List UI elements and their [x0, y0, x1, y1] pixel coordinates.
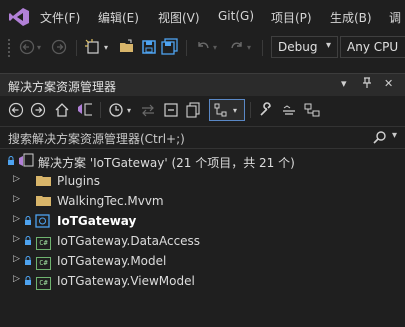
home-icon[interactable]	[54, 102, 70, 118]
tree-item-label: WalkingTec.Mvvm	[57, 194, 164, 208]
menu-project[interactable]: 项目(P)	[271, 9, 312, 26]
sync-with-active-document-icon[interactable]	[140, 102, 156, 118]
tree-item-folder[interactable]: ▷ WalkingTec.Mvvm	[0, 191, 405, 211]
pin-icon[interactable]	[362, 77, 372, 92]
expand-arrow-icon[interactable]: ▷	[13, 214, 20, 224]
solution-explorer-panel: 解决方案资源管理器 ▾ ✕ ▾ ▾ 搜索解决方案资源管理器(Ctrl+;) ▾ …	[0, 73, 405, 327]
search-placeholder: 搜索解决方案资源管理器(Ctrl+;)	[8, 132, 185, 146]
tree-hierarchy-icon[interactable]	[213, 102, 229, 118]
new-project-icon[interactable]	[84, 38, 102, 56]
menu-bar: 文件(F) 编辑(E) 视图(V) Git(G) 项目(P) 生成(B) 调	[0, 0, 405, 33]
menu-edit[interactable]: 编辑(E)	[98, 9, 139, 26]
toolbar-grip[interactable]	[8, 39, 13, 57]
navigate-back-dropdown-icon[interactable]: ▾	[34, 38, 44, 56]
panel-title: 解决方案资源管理器	[8, 80, 117, 94]
tree-item-label: IoTGateway.ViewModel	[57, 274, 195, 288]
lock-icon	[7, 155, 15, 169]
close-icon[interactable]: ✕	[384, 77, 393, 90]
lock-icon	[24, 255, 32, 269]
expand-arrow-icon[interactable]: ▷	[13, 194, 20, 204]
solution-explorer-toolbar: ▾ ▾	[0, 96, 405, 124]
toolbar-separator	[76, 40, 77, 56]
main-toolbar: ▾ ▾ ▾ ▾ Debug ▾ Any CPU	[0, 33, 405, 63]
expand-arrow-icon[interactable]: ▷	[13, 254, 20, 264]
solution-configuration-select[interactable]: Debug ▾	[271, 36, 338, 58]
save-icon[interactable]	[140, 38, 158, 56]
solution-icon	[18, 153, 34, 172]
show-all-files-icon[interactable]	[185, 102, 201, 118]
folder-icon	[36, 175, 52, 190]
navigate-forward-icon[interactable]	[50, 38, 68, 56]
platform-value: Any CPU	[347, 40, 399, 54]
properties-wrench-icon[interactable]	[258, 102, 274, 118]
menu-git[interactable]: Git(G)	[218, 9, 254, 23]
tree-item-label: Plugins	[57, 174, 100, 188]
lock-icon	[24, 215, 32, 229]
tree-item-project[interactable]: ▷ C# IoTGateway.DataAccess	[0, 231, 405, 251]
csharp-project-icon: C#	[36, 234, 51, 250]
toolbar-separator	[186, 40, 187, 56]
menu-build[interactable]: 生成(B)	[330, 9, 372, 26]
expand-arrow-icon[interactable]: ▷	[13, 274, 20, 284]
collapse-all-icon[interactable]	[163, 102, 179, 118]
panel-title-bar: 解决方案资源管理器 ▾ ✕	[0, 74, 405, 96]
solution-explorer-search[interactable]: 搜索解决方案资源管理器(Ctrl+;) ▾	[0, 126, 405, 149]
tree-item-project[interactable]: ▷ C# IoTGateway.ViewModel	[0, 271, 405, 291]
tree-item-project[interactable]: ▷ C# IoTGateway.Model	[0, 251, 405, 271]
lock-icon	[24, 275, 32, 289]
window-position-dropdown-icon[interactable]: ▾	[341, 77, 347, 90]
tree-item-folder[interactable]: ▷ Plugins	[0, 171, 405, 191]
filter-dropdown-icon[interactable]: ▾	[124, 102, 134, 118]
menu-view[interactable]: 视图(V)	[158, 9, 200, 26]
solution-platform-select[interactable]: Any CPU	[340, 36, 405, 58]
csharp-project-icon: C#	[36, 274, 51, 290]
toolbar-separator	[262, 40, 263, 56]
solution-label: 解决方案 'IoTGateway' (21 个项目，共 21 个)	[38, 156, 295, 170]
tree-item-startup-project[interactable]: ▷ IoTGateway	[0, 211, 405, 231]
tree-item-label: IoTGateway.DataAccess	[57, 234, 201, 248]
lock-icon	[24, 235, 32, 249]
open-file-icon[interactable]	[118, 38, 136, 56]
toolbar-separator	[250, 102, 251, 118]
preview-selected-items-icon[interactable]	[281, 102, 297, 118]
chevron-down-icon: ▾	[325, 40, 331, 51]
tree-view-dropdown-icon[interactable]: ▾	[230, 102, 240, 118]
menu-file[interactable]: 文件(F)	[40, 9, 80, 26]
configuration-value: Debug	[278, 40, 318, 54]
forward-icon[interactable]	[30, 102, 46, 118]
expand-arrow-icon[interactable]: ▷	[13, 234, 20, 244]
visual-studio-logo-icon[interactable]	[8, 7, 30, 27]
new-project-dropdown-icon[interactable]: ▾	[101, 38, 111, 56]
save-all-icon[interactable]	[161, 38, 179, 56]
expand-arrow-icon[interactable]: ▷	[13, 174, 20, 184]
tree-item-label: IoTGateway	[57, 214, 137, 228]
search-options-dropdown-icon[interactable]: ▾	[392, 130, 397, 141]
search-icon[interactable]	[373, 130, 387, 147]
web-project-icon	[34, 213, 52, 232]
switch-views-icon[interactable]	[76, 102, 92, 118]
pending-changes-filter-icon[interactable]	[108, 102, 124, 118]
undo-dropdown-icon[interactable]: ▾	[210, 38, 220, 56]
toolbar-separator	[100, 102, 101, 118]
folder-icon	[36, 195, 52, 210]
csharp-project-icon: C#	[36, 254, 51, 270]
class-diagram-icon[interactable]	[304, 102, 320, 118]
menu-debug[interactable]: 调	[389, 9, 401, 26]
tree-item-label: IoTGateway.Model	[57, 254, 167, 268]
redo-dropdown-icon[interactable]: ▾	[244, 38, 254, 56]
back-icon[interactable]	[8, 102, 24, 118]
solution-node[interactable]: 解决方案 'IoTGateway' (21 个项目，共 21 个)	[0, 151, 405, 171]
